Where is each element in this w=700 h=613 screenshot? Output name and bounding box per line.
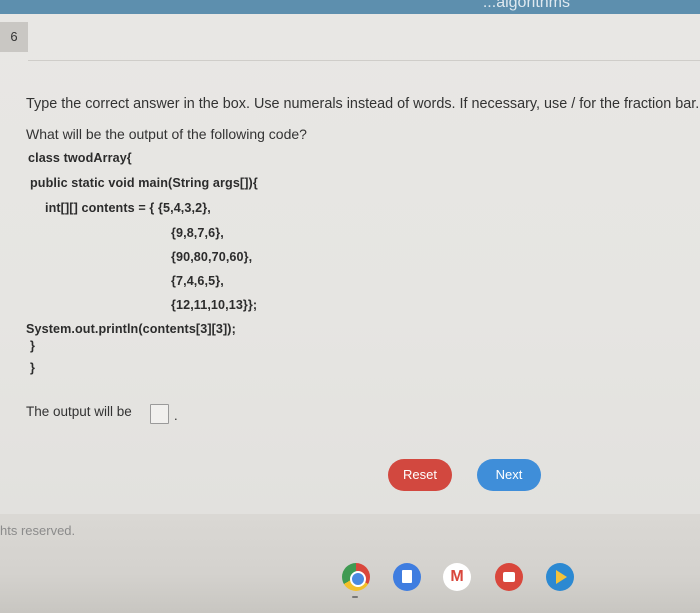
docs-icon[interactable] (393, 563, 421, 591)
code-line: } (30, 361, 36, 375)
question-number: 6 (0, 22, 28, 52)
chrome-icon[interactable] (342, 563, 370, 591)
question-panel (0, 14, 700, 514)
active-app-indicator (352, 596, 358, 598)
taskbar: M (0, 563, 700, 591)
code-line: {7,4,6,5}, (171, 274, 224, 288)
gmail-icon[interactable]: M (443, 563, 471, 591)
header-divider (28, 60, 700, 61)
youtube-icon[interactable] (495, 563, 523, 591)
code-line: {12,11,10,13}}; (171, 298, 258, 312)
copyright-text: hts reserved. (0, 523, 76, 538)
code-line: {90,80,70,60}, (171, 250, 253, 264)
code-line: System.out.println(contents[3][3]); (26, 322, 236, 336)
code-line: } (30, 339, 36, 353)
next-button[interactable]: Next (477, 459, 541, 491)
code-line: public static void main(String args[]){ (30, 176, 258, 190)
answer-input-box[interactable] (150, 404, 169, 424)
answer-label: The output will be (26, 404, 132, 419)
question-prompt: What will be the output of the following… (26, 126, 307, 142)
reset-button[interactable]: Reset (388, 459, 452, 491)
play-store-icon[interactable] (546, 563, 574, 591)
answer-suffix: . (174, 408, 178, 423)
code-line: int[][] contents = { {5,4,3,2}, (45, 201, 211, 215)
top-strip-text: ...algorithms (482, 0, 570, 11)
instruction-text: Type the correct answer in the box. Use … (26, 96, 700, 112)
code-line: {9,8,7,6}, (171, 226, 224, 240)
code-line: class twodArray{ (28, 151, 132, 165)
